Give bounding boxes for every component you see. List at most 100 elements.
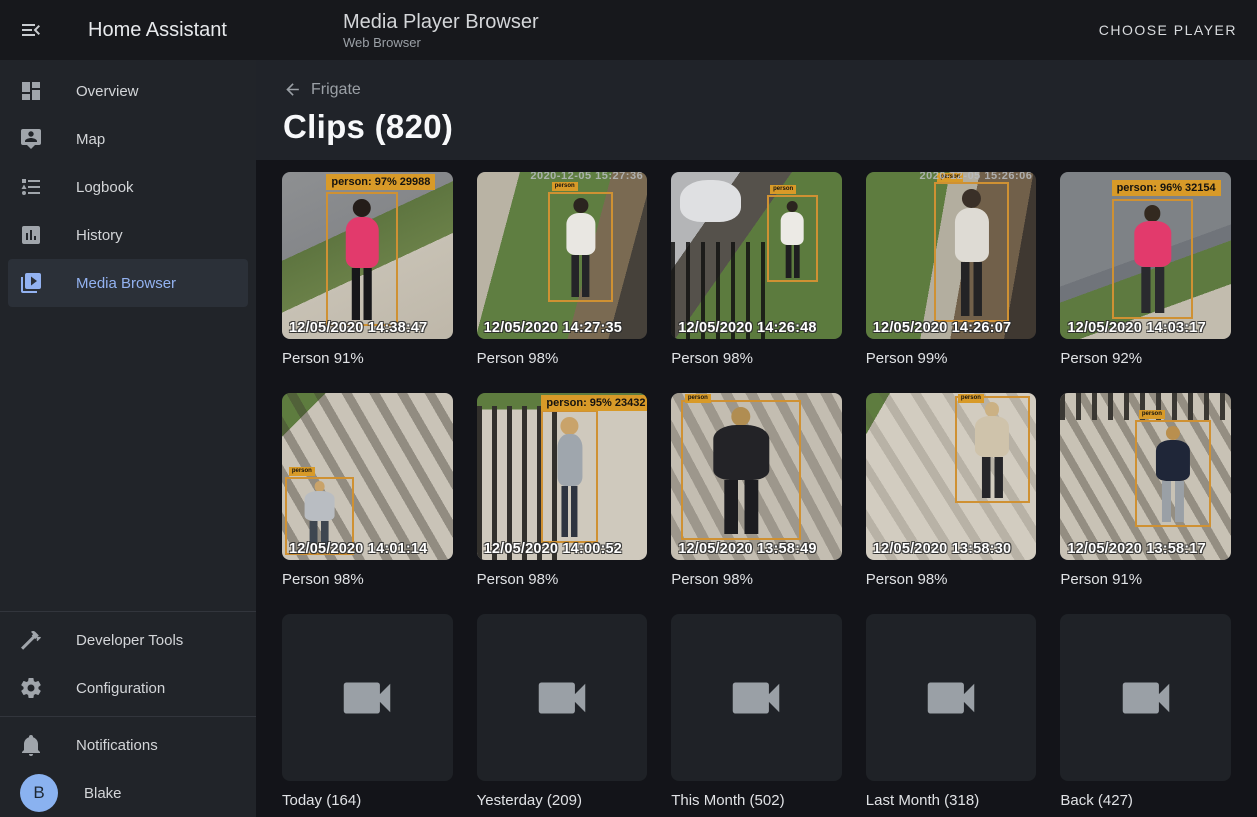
detection-badge: person [552, 182, 578, 191]
topbar-title-block: Media Player Browser Web Browser [256, 10, 1079, 50]
clip-card[interactable]: 2020-12-05 15:26:06 person 12/05/2020 14… [866, 172, 1037, 369]
clip-card[interactable]: person: 95% 23432 12/05/2020 14:00:52 Pe… [477, 393, 648, 590]
page-toolbar-subtitle: Web Browser [343, 35, 1079, 50]
figure-head [732, 407, 751, 426]
sidebar-toggle-button[interactable] [19, 18, 43, 42]
menu-open-icon [19, 18, 43, 42]
figure-head [787, 201, 799, 213]
clip-card[interactable]: person: 96% 32154 12/05/2020 14:03:17 Pe… [1060, 172, 1231, 369]
figure-head [1144, 205, 1160, 221]
detection-badge: person [1139, 410, 1165, 419]
clip-timestamp-overlay: 12/05/2020 13:58:17 [1067, 541, 1205, 557]
sidebar-main-list: Overview Map Logbook History Media Brows… [0, 67, 256, 307]
user-avatar: B [20, 774, 58, 812]
figure-head [573, 198, 588, 213]
detection-bounding-box [934, 182, 1009, 322]
figure-torso [1134, 221, 1171, 267]
clip-label: Person 98% [477, 349, 648, 369]
clip-thumbnail: person: 95% 23432 12/05/2020 14:00:52 [477, 393, 648, 560]
folder-thumbnail [477, 614, 648, 781]
figure-legs [785, 245, 799, 278]
logbook-icon-wrap [19, 175, 43, 199]
sidebar-item-configuration[interactable]: Configuration [8, 664, 248, 712]
detection-bounding-box [955, 396, 1030, 503]
history-icon [19, 223, 43, 247]
clip-label: Person 91% [282, 349, 453, 369]
configuration-icon-wrap [19, 676, 43, 700]
figure-legs [961, 262, 982, 316]
video-icon [1115, 667, 1177, 729]
dashboard-icon [19, 79, 43, 103]
clip-card[interactable]: person 12/05/2020 13:58:17 Person 91% [1060, 393, 1231, 590]
figure-legs [1141, 267, 1164, 313]
folder-card[interactable]: Back (427) [1060, 614, 1231, 811]
figure-legs [572, 255, 590, 297]
clip-thumbnail: person: 96% 32154 12/05/2020 14:03:17 [1060, 172, 1231, 339]
folder-card[interactable]: Last Month (318) [866, 614, 1037, 811]
detection-badge: person [685, 394, 711, 403]
main-panel: Frigate Clips (820) person: 97% 29988 12… [256, 60, 1257, 817]
clip-card[interactable]: person: 97% 29988 12/05/2020 14:38:47 Pe… [282, 172, 453, 369]
breadcrumb[interactable]: Frigate [283, 80, 361, 99]
sidebar-item-history[interactable]: History [8, 211, 248, 259]
user-name: Blake [84, 785, 122, 802]
sidebar-item-logbook[interactable]: Logbook [8, 163, 248, 211]
clip-card[interactable]: 2020-12-05 15:27:36 person 12/05/2020 14… [477, 172, 648, 369]
clip-card[interactable]: person 12/05/2020 13:58:30 Person 98% [866, 393, 1037, 590]
sidebar-item-notifications[interactable]: Notifications [8, 721, 248, 769]
clip-timestamp-overlay: 12/05/2020 13:58:49 [678, 541, 816, 557]
sidebar-item-map[interactable]: Map [8, 115, 248, 163]
folder-label: Today (164) [282, 791, 453, 811]
sidebar-item-user-profile[interactable]: B Blake [8, 769, 248, 817]
clip-card[interactable]: person 12/05/2020 13:58:49 Person 98% [671, 393, 842, 590]
sidebar-divider-top [0, 611, 256, 612]
sidebar-item-overview[interactable]: Overview [8, 67, 248, 115]
clip-timestamp-overlay: 12/05/2020 14:38:47 [289, 320, 427, 336]
clip-timestamp-overlay: 12/05/2020 14:26:48 [678, 320, 816, 336]
folder-label: This Month (502) [671, 791, 842, 811]
choose-player-button[interactable]: CHOOSE PLAYER [1079, 12, 1257, 48]
person-figure [346, 199, 378, 320]
arrow-left-icon [283, 80, 302, 99]
figure-legs [1162, 481, 1183, 522]
logbook-icon [19, 175, 43, 199]
person-figure [1156, 426, 1190, 522]
clip-thumbnail: person 12/05/2020 14:01:14 [282, 393, 453, 560]
sidebar-item-developer-tools[interactable]: Developer Tools [8, 616, 248, 664]
sidebar-item-label: Configuration [76, 680, 165, 697]
sidebar-item-media-browser[interactable]: Media Browser [8, 259, 248, 307]
folder-card[interactable]: Today (164) [282, 614, 453, 811]
clip-timestamp-overlay: 12/05/2020 14:00:52 [484, 541, 622, 557]
detection-bounding-box [767, 195, 818, 282]
folder-card[interactable]: Yesterday (209) [477, 614, 648, 811]
clip-timestamp-overlay: 12/05/2020 14:03:17 [1067, 320, 1205, 336]
figure-torso [975, 416, 1009, 457]
clip-thumbnail: person 12/05/2020 13:58:17 [1060, 393, 1231, 560]
developer-tools-icon [19, 628, 43, 652]
sidebar-item-label: Logbook [76, 179, 134, 196]
frame-timestamp: 2020-12-05 15:26:06 [920, 172, 1033, 182]
clip-card[interactable]: person 12/05/2020 14:26:48 Person 98% [671, 172, 842, 369]
figure-torso [955, 208, 989, 263]
map-icon [19, 127, 43, 151]
video-icon [336, 667, 398, 729]
clip-card[interactable]: person 12/05/2020 14:01:14 Person 98% [282, 393, 453, 590]
clip-label: Person 98% [671, 349, 842, 369]
detection-bounding-box [548, 192, 613, 302]
clip-timestamp-overlay: 12/05/2020 13:58:30 [873, 541, 1011, 557]
detection-badge: person [958, 394, 984, 403]
sidebar-item-label: Overview [76, 83, 139, 100]
sidebar-tools-list: Developer Tools Configuration [0, 616, 256, 712]
detection-badge: person: 95% 23432 [541, 395, 647, 411]
clip-thumbnail: 2020-12-05 15:27:36 person 12/05/2020 14… [477, 172, 648, 339]
detection-bounding-box [1112, 199, 1194, 319]
clip-label: Person 98% [671, 570, 842, 590]
configuration-icon [19, 676, 43, 700]
map-icon-wrap [19, 127, 43, 151]
bell-icon [19, 733, 43, 757]
notifications-label: Notifications [76, 737, 158, 754]
breadcrumb-label: Frigate [311, 81, 361, 99]
sidebar-item-label: Media Browser [76, 275, 176, 292]
folder-card[interactable]: This Month (502) [671, 614, 842, 811]
clip-thumbnail: 2020-12-05 15:26:06 person 12/05/2020 14… [866, 172, 1037, 339]
